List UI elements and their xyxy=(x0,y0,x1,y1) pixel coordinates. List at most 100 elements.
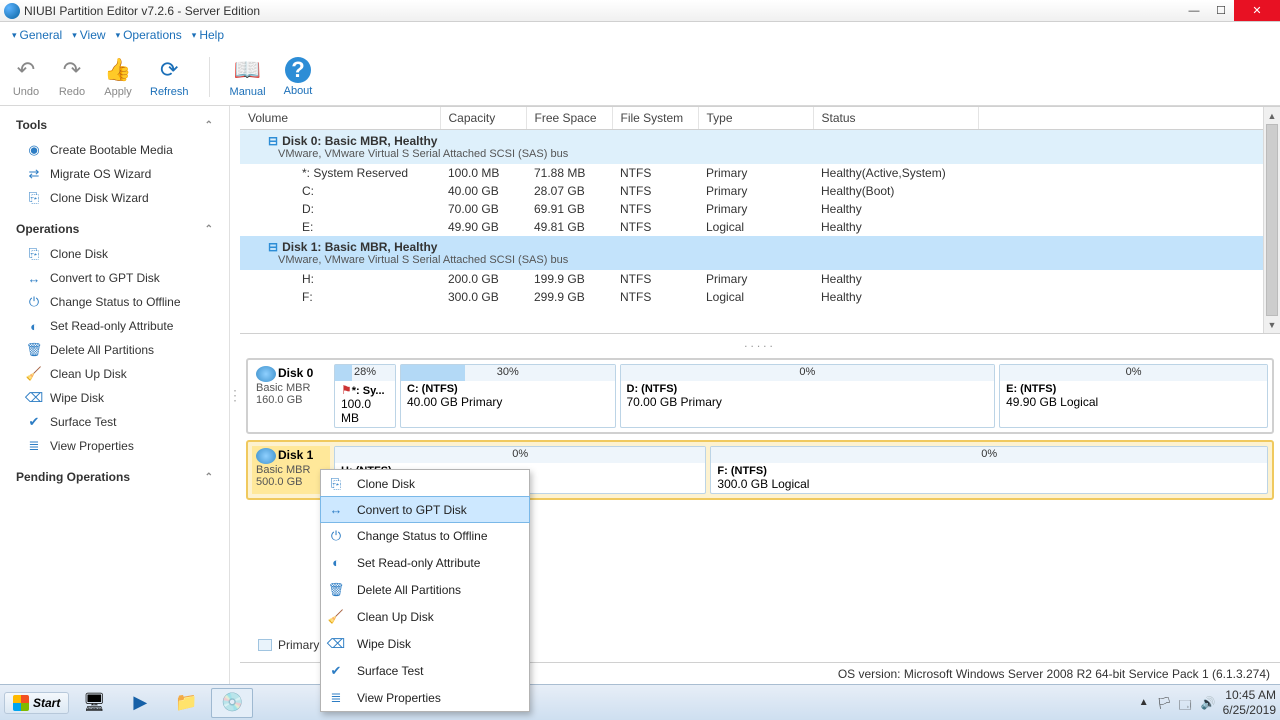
sidebar-properties[interactable]: ≣View Properties xyxy=(4,434,225,458)
sidebar-delete-all[interactable]: 🗑Delete All Partitions xyxy=(4,338,225,362)
chevron-down-icon: ▾ xyxy=(116,30,121,41)
menu-help[interactable]: ▾Help xyxy=(188,26,228,44)
ctx-convert-gpt[interactable]: ↔Convert to GPT Disk xyxy=(320,496,530,523)
offline-icon: ⏻ xyxy=(325,528,347,544)
flag-icon: ⚑ xyxy=(341,383,352,397)
partition-table: Volume Capacity Free Space File System T… xyxy=(240,106,1280,334)
legend-primary-label: Primary xyxy=(278,638,319,652)
tray-flag-icon[interactable]: 🏳 xyxy=(1157,696,1171,710)
chevron-up-icon: ⌃ xyxy=(205,120,213,131)
redo-button[interactable]: ↷Redo xyxy=(58,56,86,98)
splitter-dots[interactable]: ..... xyxy=(240,334,1280,352)
partition-sysreserved[interactable]: 28% ⚑*: Sy...100.0 MB xyxy=(334,364,396,428)
tray-chevron-icon[interactable]: ▲ xyxy=(1139,697,1149,708)
properties-icon: ≣ xyxy=(26,438,42,454)
ctx-cleanup[interactable]: 🧹Clean Up Disk xyxy=(321,603,529,630)
ctx-surface-test[interactable]: ✔Surface Test xyxy=(321,657,529,684)
vertical-scrollbar[interactable]: ▲ ▼ xyxy=(1263,107,1280,333)
sidebar-readonly[interactable]: ◐Set Read-only Attribute xyxy=(4,314,225,338)
chevron-up-icon: ⌃ xyxy=(205,224,213,235)
scroll-up-icon[interactable]: ▲ xyxy=(1264,107,1280,124)
pending-header[interactable]: Pending Operations⌃ xyxy=(4,464,225,490)
col-type[interactable]: Type xyxy=(698,107,813,130)
ctx-delete-all[interactable]: 🗑Delete All Partitions xyxy=(321,576,529,603)
convert-icon: ↔ xyxy=(26,270,42,286)
disk0-block: Disk 0 Basic MBR 160.0 GB 28% ⚑*: Sy...1… xyxy=(246,358,1274,434)
taskbar-explorer[interactable]: 📁 xyxy=(165,688,207,718)
taskbar-niubi[interactable]: 💿 xyxy=(211,688,253,718)
convert-icon: ↔ xyxy=(325,502,347,517)
disk-icon xyxy=(256,448,276,464)
col-spacer xyxy=(978,107,1280,130)
col-volume[interactable]: Volume xyxy=(240,107,440,130)
offline-icon: ⏻ xyxy=(26,294,42,310)
sidebar-clone-disk[interactable]: ⎘Clone Disk xyxy=(4,242,225,266)
operations-header[interactable]: Operations⌃ xyxy=(4,216,225,242)
partition-d[interactable]: 0% D: (NTFS)70.00 GB Primary xyxy=(620,364,996,428)
col-status[interactable]: Status xyxy=(813,107,978,130)
check-icon: ✔ xyxy=(26,414,42,430)
disk-icon: ⊟ xyxy=(268,240,278,254)
sidebar-change-status[interactable]: ⏻Change Status to Offline xyxy=(4,290,225,314)
disk-icon: ⊟ xyxy=(268,134,278,148)
title-bar: NIUBI Partition Editor v7.2.6 - Server E… xyxy=(0,0,1280,22)
refresh-button[interactable]: ⟳Refresh xyxy=(150,56,189,98)
disk1-header-row[interactable]: ⊟Disk 1: Basic MBR, Healthy VMware, VMwa… xyxy=(240,236,1280,270)
partition-c[interactable]: 30% C: (NTFS)40.00 GB Primary xyxy=(400,364,616,428)
table-row[interactable]: E:49.90 GB49.81 GBNTFSLogicalHealthy xyxy=(240,218,1280,236)
maximize-button[interactable]: ☐ xyxy=(1208,0,1234,21)
splitter-handle[interactable]: ⋮ xyxy=(230,106,240,684)
ctx-properties[interactable]: ≣View Properties xyxy=(321,684,529,711)
context-menu: ⎘Clone Disk ↔Convert to GPT Disk ⏻Change… xyxy=(320,469,530,712)
ctx-readonly[interactable]: ◐Set Read-only Attribute xyxy=(321,549,529,576)
about-button[interactable]: ?About xyxy=(284,57,313,97)
menu-view[interactable]: ▾View xyxy=(68,26,109,44)
col-freespace[interactable]: Free Space xyxy=(526,107,612,130)
sidebar-cleanup[interactable]: 🧹Clean Up Disk xyxy=(4,362,225,386)
disk0-header-row[interactable]: ⊟Disk 0: Basic MBR, Healthy VMware, VMwa… xyxy=(240,130,1280,165)
ctx-change-status[interactable]: ⏻Change Status to Offline xyxy=(321,522,529,549)
minimize-button[interactable]: — xyxy=(1180,0,1208,21)
menu-operations[interactable]: ▾Operations xyxy=(112,26,186,44)
table-row[interactable]: D:70.00 GB69.91 GBNTFSPrimaryHealthy xyxy=(240,200,1280,218)
scroll-thumb[interactable] xyxy=(1266,124,1278,316)
table-row[interactable]: C:40.00 GB28.07 GBNTFSPrimaryHealthy(Boo… xyxy=(240,182,1280,200)
col-filesystem[interactable]: File System xyxy=(612,107,698,130)
ctx-clone-disk[interactable]: ⎘Clone Disk xyxy=(321,470,529,497)
sidebar-create-bootable[interactable]: ◉Create Bootable Media xyxy=(4,138,225,162)
scroll-down-icon[interactable]: ▼ xyxy=(1264,316,1280,333)
refresh-icon: ⟳ xyxy=(155,56,183,84)
tools-header[interactable]: Tools⌃ xyxy=(4,112,225,138)
partition-e[interactable]: 0% E: (NTFS)49.90 GB Logical xyxy=(999,364,1268,428)
table-row[interactable]: H:200.0 GB199.9 GBNTFSPrimaryHealthy xyxy=(240,270,1280,288)
taskbar-powershell[interactable]: ▶ xyxy=(119,688,161,718)
sidebar-clone-disk-wizard[interactable]: ⎘Clone Disk Wizard xyxy=(4,186,225,210)
menu-general[interactable]: ▾General xyxy=(8,26,66,44)
table-row[interactable]: F:300.0 GB299.9 GBNTFSLogicalHealthy xyxy=(240,288,1280,306)
windows-icon xyxy=(13,695,29,711)
chevron-down-icon: ▾ xyxy=(12,30,17,41)
book-icon: 📖 xyxy=(234,56,262,84)
undo-button[interactable]: ↶Undo xyxy=(12,56,40,98)
sidebar-wipe[interactable]: ⌫Wipe Disk xyxy=(4,386,225,410)
sidebar-convert-gpt[interactable]: ↔Convert to GPT Disk xyxy=(4,266,225,290)
ctx-wipe[interactable]: ⌫Wipe Disk xyxy=(321,630,529,657)
sidebar-surface-test[interactable]: ✔Surface Test xyxy=(4,410,225,434)
delete-icon: 🗑 xyxy=(26,342,42,358)
tray-sound-icon[interactable]: 🔊 xyxy=(1201,696,1215,710)
taskbar-server-manager[interactable]: 🖥 xyxy=(73,688,115,718)
close-button[interactable]: ✕ xyxy=(1234,0,1280,21)
manual-button[interactable]: 📖Manual xyxy=(230,56,266,98)
table-row[interactable]: *: System Reserved100.0 MB71.88 MBNTFSPr… xyxy=(240,164,1280,182)
partition-f[interactable]: 0% F: (NTFS)300.0 GB Logical xyxy=(710,446,1268,494)
taskbar-clock[interactable]: 10:45 AM 6/25/2019 xyxy=(1223,688,1276,717)
start-button[interactable]: Start xyxy=(4,692,69,714)
apply-button[interactable]: 👍Apply xyxy=(104,56,132,98)
col-capacity[interactable]: Capacity xyxy=(440,107,526,130)
redo-icon: ↷ xyxy=(58,56,86,84)
disk0-label[interactable]: Disk 0 Basic MBR 160.0 GB xyxy=(252,364,330,428)
chevron-down-icon: ▾ xyxy=(72,30,77,41)
sidebar-migrate-os[interactable]: ⇄Migrate OS Wizard xyxy=(4,162,225,186)
tray-network-icon[interactable]: 🗔 xyxy=(1179,696,1193,710)
disk1-label[interactable]: Disk 1 Basic MBR 500.0 GB xyxy=(252,446,330,494)
